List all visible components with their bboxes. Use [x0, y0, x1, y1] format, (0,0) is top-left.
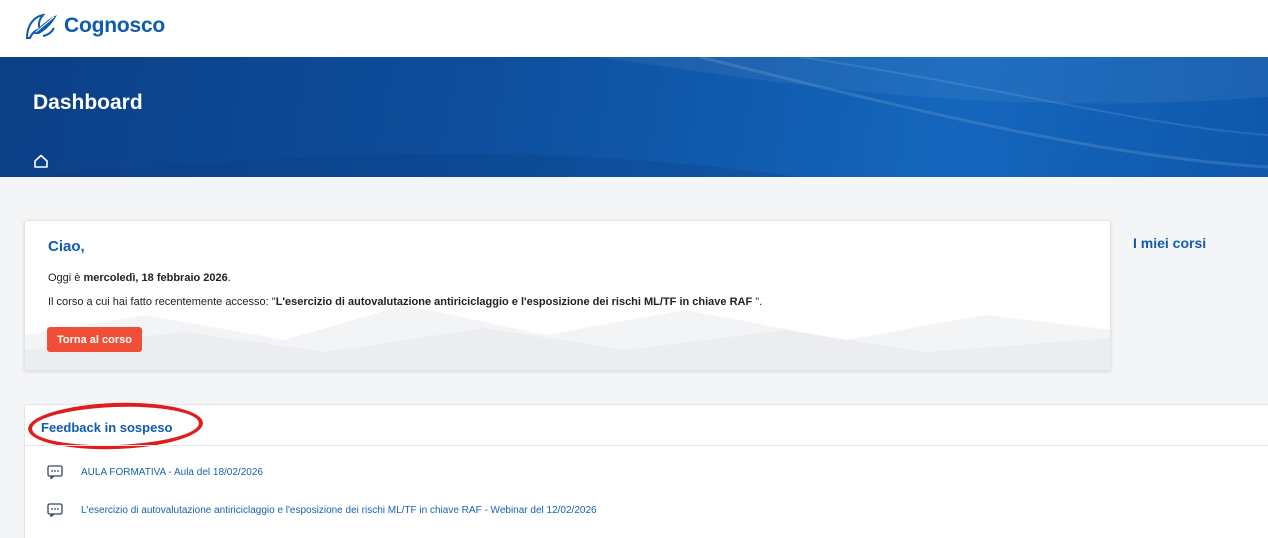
brand-logo[interactable]: Cognosco: [24, 12, 165, 40]
feedback-item-label[interactable]: L'esercizio di autovalutazione antiricic…: [81, 505, 597, 516]
top-bar: Cognosco: [0, 0, 1268, 57]
feedback-item[interactable]: AULA FORMATIVA - Aula del 18/02/2026: [47, 465, 263, 479]
welcome-card: Ciao, Oggi è mercoledì, 18 febbraio 2026…: [24, 220, 1111, 371]
today-date-line: Oggi è mercoledì, 18 febbraio 2026.: [48, 272, 231, 284]
brand-name: Cognosco: [64, 14, 166, 37]
home-icon[interactable]: [33, 153, 49, 169]
greeting: Ciao,: [48, 238, 85, 255]
recent-course-name: L'esercizio di autovalutazione antiricic…: [275, 296, 753, 308]
chat-icon: [47, 503, 63, 517]
hero-banner: Dashboard: [0, 57, 1268, 177]
date-suffix: .: [227, 272, 231, 284]
page-title: Dashboard: [33, 91, 143, 114]
hero-waves-decoration: [0, 57, 1268, 177]
date-prefix: Oggi è: [48, 272, 84, 284]
recent-prefix: Il corso a cui hai fatto recentemente ac…: [48, 296, 276, 308]
feedback-item[interactable]: L'esercizio di autovalutazione antiricic…: [47, 503, 597, 517]
recent-suffix: ".: [752, 296, 763, 308]
my-courses-heading[interactable]: I miei corsi: [1133, 235, 1206, 251]
pending-feedback-card: Feedback in sospeso AULA FORMATIVA - Aul…: [24, 399, 1268, 538]
feedback-item-label[interactable]: AULA FORMATIVA - Aula del 18/02/2026: [81, 467, 263, 478]
pending-feedback-title: Feedback in sospeso: [41, 420, 173, 435]
chat-icon: [47, 465, 63, 479]
divider: [25, 445, 1268, 446]
date-value: mercoledì, 18 febbraio 2026: [83, 272, 228, 284]
recent-course-line: Il corso a cui hai fatto recentemente ac…: [48, 296, 762, 308]
back-to-course-button[interactable]: Torna al corso: [47, 327, 142, 352]
logo-icon: [25, 13, 57, 39]
